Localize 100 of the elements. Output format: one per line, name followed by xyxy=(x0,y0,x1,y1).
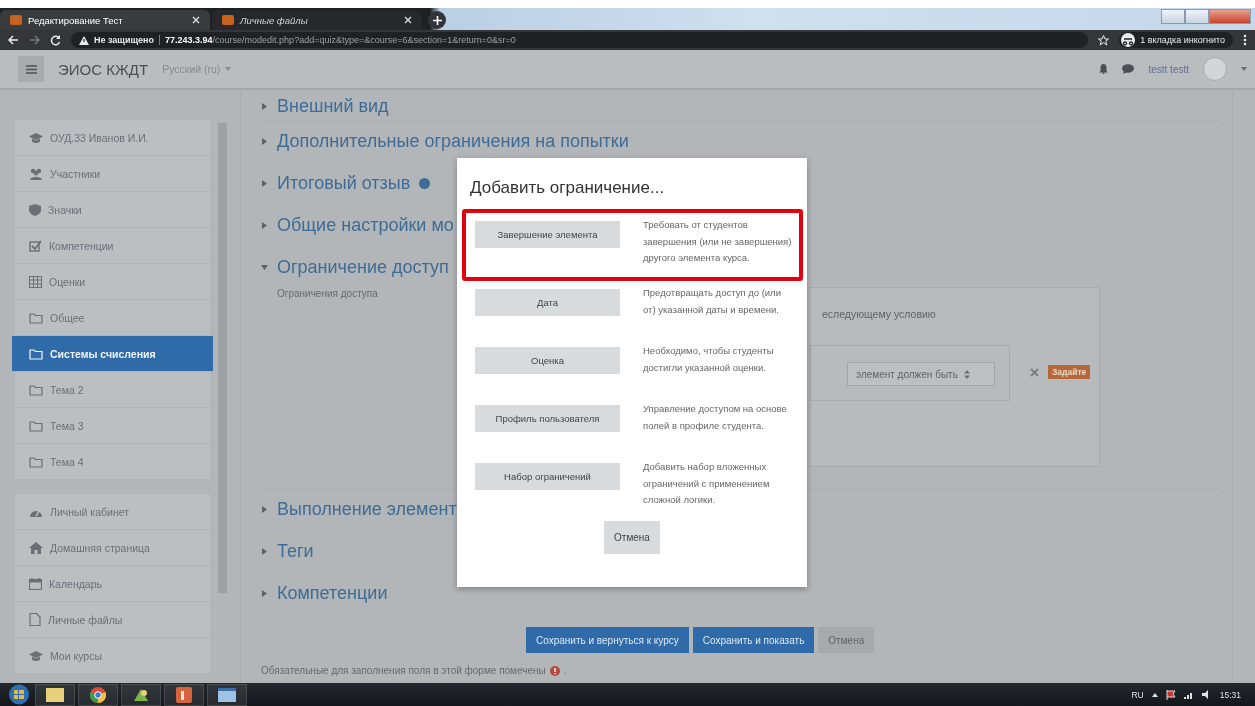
chat-icon[interactable] xyxy=(1122,64,1135,74)
taskbar-app[interactable] xyxy=(78,683,118,706)
sidebar-item[interactable]: Календарь xyxy=(15,566,210,602)
clock-time[interactable]: 15:31 xyxy=(1219,689,1241,700)
network-icon[interactable] xyxy=(1183,690,1194,699)
sidebar-item[interactable]: Тема 3 xyxy=(15,408,210,444)
tray-expand-icon[interactable] xyxy=(1151,692,1158,697)
start-button-icon[interactable] xyxy=(6,684,32,705)
caret-icon[interactable] xyxy=(261,222,268,229)
restriction-option-button[interactable]: Оценка xyxy=(475,347,620,374)
star-icon[interactable] xyxy=(1098,34,1110,46)
close-icon[interactable] xyxy=(404,16,412,24)
browser-tab[interactable]: Редактирование Тест xyxy=(0,10,210,30)
sidebar-item[interactable]: ОУД.33 Иванов И.И. xyxy=(15,120,210,156)
section-heading[interactable]: Внешний вид xyxy=(277,95,389,117)
restriction-option-button[interactable]: Дата xyxy=(475,289,620,316)
caret-icon[interactable] xyxy=(261,506,268,513)
caret-icon[interactable] xyxy=(261,180,268,187)
caret-icon[interactable] xyxy=(261,102,268,110)
taskbar-app[interactable] xyxy=(207,683,247,706)
restriction-option-button[interactable]: Завершение элемента xyxy=(475,221,620,248)
sidebar-item[interactable]: Оценки xyxy=(15,264,210,300)
browser-tab[interactable]: Личные файлы xyxy=(212,10,422,30)
section-heading[interactable]: Выполнение элемент xyxy=(277,499,457,520)
caret-icon[interactable] xyxy=(261,590,268,597)
reload-icon[interactable] xyxy=(50,34,61,46)
table-icon xyxy=(29,275,42,288)
section-heading[interactable]: Итоговый отзыв xyxy=(277,173,411,194)
sidebar-item[interactable]: Системы счисления xyxy=(12,336,213,372)
plus-icon xyxy=(432,15,442,25)
caret-icon[interactable] xyxy=(1241,67,1247,71)
graduation-cap-icon xyxy=(29,131,43,144)
site-name[interactable]: ЭИОС КЖДТ xyxy=(58,60,149,78)
window-icon xyxy=(218,687,236,702)
menu-icon xyxy=(25,64,37,74)
sidebar-item[interactable]: Домашняя страница xyxy=(15,530,210,566)
menu-button[interactable] xyxy=(18,56,44,82)
browser-icon xyxy=(90,686,106,703)
save-button[interactable]: Сохранить и показать xyxy=(692,627,815,653)
sidebar-item[interactable]: Личные файлы xyxy=(15,602,210,638)
user-name[interactable]: testt testt xyxy=(1148,63,1189,75)
graduation-cap-icon xyxy=(29,649,43,662)
section-heading[interactable]: Ограничение доступ xyxy=(277,257,449,278)
new-tab-button[interactable] xyxy=(428,11,446,29)
sort-arrows-icon xyxy=(963,369,970,379)
calendar-icon xyxy=(29,577,42,590)
maximize-button[interactable] xyxy=(1185,9,1209,24)
language-indicator[interactable]: RU xyxy=(1131,689,1144,700)
save-button[interactable]: Сохранить и вернуться к курсу xyxy=(526,627,689,653)
address-bar[interactable]: Не защищено 77.243.3.94/course/modedit.php?add=quiz&type=&course=6&section=1&return=0&sr=0 xyxy=(71,32,1089,48)
dialog-title: Добавить ограничение... xyxy=(469,178,666,199)
bell-icon[interactable] xyxy=(1099,64,1109,74)
caret-icon[interactable] xyxy=(261,548,268,555)
more-menu-icon[interactable] xyxy=(1243,34,1247,46)
field-label: Ограничения доступа xyxy=(277,288,378,299)
shield-icon xyxy=(29,203,41,216)
incognito-indicator[interactable]: 1 вкладка инкогнито xyxy=(1119,32,1233,48)
back-icon[interactable] xyxy=(8,35,19,45)
sidebar-item[interactable]: Компетенции xyxy=(15,228,210,264)
sidebar-item[interactable]: Тема 2 xyxy=(15,372,210,408)
site-logo-icon xyxy=(10,15,22,25)
caret-icon[interactable] xyxy=(261,264,268,271)
minimize-button[interactable] xyxy=(1161,9,1185,24)
section-heading[interactable]: Дополнительные ограничения на попытки xyxy=(277,131,629,152)
caret-icon[interactable] xyxy=(261,138,268,145)
option-description: Добавить набор вложенных ограничений с применением сложной логики. xyxy=(643,460,771,507)
close-icon[interactable] xyxy=(192,16,200,24)
taskbar-app[interactable] xyxy=(164,683,204,706)
url-host: 77.243.3.94 xyxy=(165,35,213,45)
cancel-button[interactable]: Отмена xyxy=(604,521,660,554)
sidebar-item[interactable]: Личный кабинет xyxy=(15,494,210,530)
restriction-option-button[interactable]: Набор ограничений xyxy=(475,463,620,490)
site-logo-icon xyxy=(222,15,234,25)
note-period: . xyxy=(563,665,567,676)
sidebar-item[interactable]: Участники xyxy=(15,156,210,192)
home-icon xyxy=(29,541,43,554)
taskbar-app[interactable] xyxy=(35,683,75,706)
sidebar-item[interactable]: Мои курсы xyxy=(15,638,210,674)
option-description: Предотвращать доступ до (или от) указанной даты и времени. xyxy=(643,286,782,317)
required-icon xyxy=(549,665,560,676)
users-icon xyxy=(29,167,43,180)
sidebar-item[interactable]: Тема 4 xyxy=(15,444,210,480)
presentation-app-icon xyxy=(176,686,192,703)
flag-icon[interactable] xyxy=(1165,689,1176,700)
sidebar-item[interactable]: Значки xyxy=(15,192,210,228)
option-description: Требовать от студентов завершения (или не завершения) другого элемента курса. xyxy=(643,218,793,265)
taskbar-app[interactable] xyxy=(121,683,161,706)
checkbox-icon xyxy=(29,239,42,252)
section-heading[interactable]: Компетенции xyxy=(277,583,388,604)
warning-icon xyxy=(79,35,89,45)
security-label: Не защищено xyxy=(94,35,155,45)
caret-icon xyxy=(225,67,232,71)
cancel-button[interactable]: Отмена xyxy=(818,627,875,653)
section-heading[interactable]: Теги xyxy=(277,541,314,562)
condition-text: еследующему условию xyxy=(822,308,937,320)
restriction-option-button[interactable]: Профиль пользователя xyxy=(475,405,620,432)
condition-select[interactable]: элемент должен быть xyxy=(847,362,995,386)
section-heading[interactable]: Общие настройки мо xyxy=(277,215,454,236)
required-note: Обязательные для заполнения поля в этой форме помечены xyxy=(261,665,546,676)
forward-icon[interactable] xyxy=(29,35,40,45)
